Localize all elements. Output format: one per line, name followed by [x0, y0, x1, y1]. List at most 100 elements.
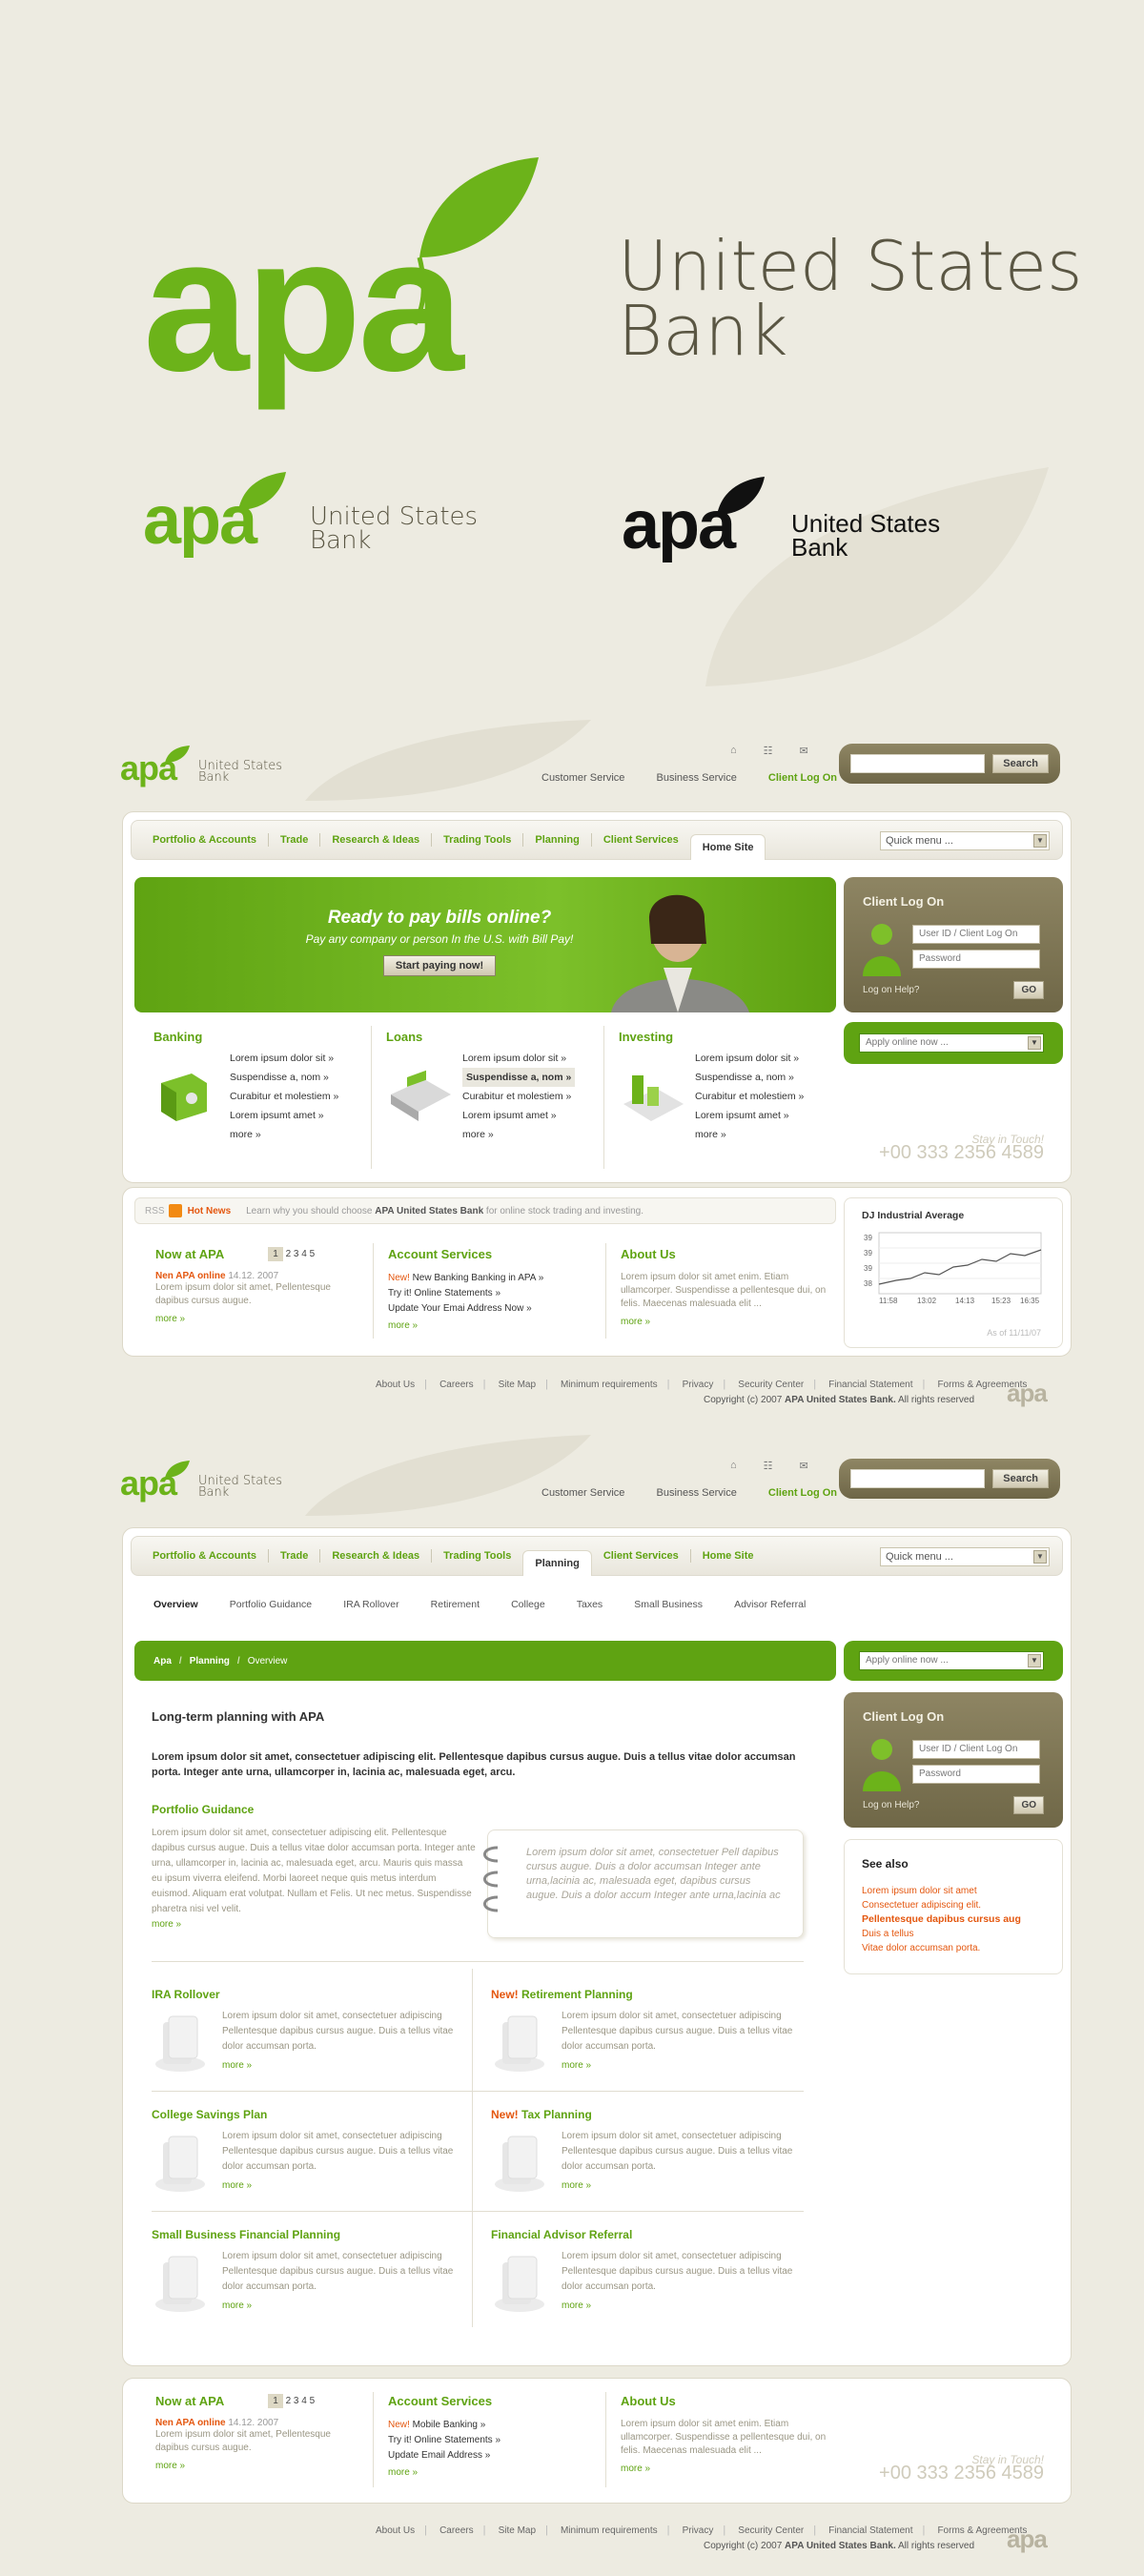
tab-portfolio-accounts[interactable]: Portfolio & Accounts [141, 833, 269, 847]
footer-link-security[interactable]: Security Center [738, 1380, 804, 1390]
password-input[interactable]: Password [912, 1765, 1040, 1784]
subnav-small-business[interactable]: Small Business [634, 1599, 703, 1610]
tab-home-site[interactable]: Home Site [691, 1549, 766, 1563]
list-item[interactable]: Lorem ipsumt amet » [695, 1106, 804, 1125]
tab-trade[interactable]: Trade [269, 1549, 321, 1563]
list-item[interactable]: Curabitur et molestiem » [695, 1087, 804, 1106]
password-input[interactable]: Password [912, 950, 1040, 969]
news-item-title[interactable]: Nen APA online [155, 2418, 226, 2428]
client-logon-link[interactable]: Client Log On [768, 772, 837, 784]
list-item[interactable]: Update Email Address » [388, 2448, 598, 2464]
more-link[interactable]: more » [222, 2180, 252, 2191]
see-also-link[interactable]: Consectetuer adipiscing elit. [862, 1898, 1045, 1912]
more-link[interactable]: more » [155, 2461, 356, 2471]
more-link[interactable]: more » [562, 2060, 591, 2071]
user-id-input[interactable]: User ID / Client Log On [912, 925, 1040, 944]
list-item[interactable]: Lorem ipsum dolor sit » [230, 1049, 338, 1068]
list-item[interactable]: Lorem ipsumt amet » [462, 1106, 575, 1125]
list-item[interactable]: Lorem ipsum dolor sit » [695, 1049, 804, 1068]
footer-link-careers[interactable]: Careers [439, 2525, 474, 2536]
list-item[interactable]: Curabitur et molestiem » [462, 1087, 575, 1106]
list-item[interactable]: Mobile Banking » [413, 2420, 486, 2430]
more-link[interactable]: more » [388, 2467, 598, 2478]
start-paying-button[interactable]: Start paying now! [382, 955, 497, 976]
list-item[interactable]: New Banking Banking in APA » [413, 1273, 544, 1283]
tab-research-ideas[interactable]: Research & Ideas [320, 1549, 433, 1563]
tab-research-ideas[interactable]: Research & Ideas [320, 833, 433, 847]
service-title[interactable]: Financial Advisor Referral [491, 2228, 632, 2241]
list-item[interactable]: Try it! Online Statements » [388, 2433, 598, 2448]
tab-portfolio-accounts[interactable]: Portfolio & Accounts [141, 1549, 269, 1563]
more-link[interactable]: more » [222, 2060, 252, 2071]
footer-link-financial[interactable]: Financial Statement [828, 1380, 912, 1390]
sitemap-icon[interactable]: ☷ [764, 745, 773, 757]
more-link[interactable]: more » [155, 1314, 356, 1324]
list-item[interactable]: Suspendisse a, nom » [462, 1068, 576, 1087]
go-button[interactable]: GO [1013, 1796, 1044, 1814]
tab-planning[interactable]: Planning [523, 833, 592, 847]
more-link[interactable]: more » [222, 2300, 252, 2311]
apply-online-select[interactable]: Apply online now ... ▼ [859, 1651, 1044, 1670]
footer-link-requirements[interactable]: Minimum requirements [561, 1380, 658, 1390]
subnav-ira-rollover[interactable]: IRA Rollover [343, 1599, 398, 1610]
list-item[interactable]: Lorem ipsumt amet » [230, 1106, 338, 1125]
search-input[interactable] [850, 1469, 986, 1488]
page-2[interactable]: 2 [286, 2396, 292, 2406]
page-5[interactable]: 5 [310, 1249, 316, 1259]
search-button[interactable]: Search [992, 754, 1049, 773]
list-item[interactable]: Curabitur et molestiem » [230, 1087, 338, 1106]
business-service-link[interactable]: Business Service [656, 1487, 736, 1499]
mail-icon[interactable]: ✉ [800, 1460, 808, 1472]
see-also-link[interactable]: Pellentesque dapibus cursus aug [862, 1912, 1045, 1927]
tab-trading-tools[interactable]: Trading Tools [432, 1549, 522, 1563]
more-link[interactable]: more » [462, 1125, 575, 1144]
news-item-title[interactable]: Nen APA online [155, 1271, 226, 1281]
list-item[interactable]: Try it! Online Statements » [388, 1286, 598, 1301]
tab-client-services[interactable]: Client Services [592, 833, 690, 847]
service-title[interactable]: College Savings Plan [152, 2108, 267, 2121]
see-also-link[interactable]: Duis a tellus [862, 1927, 1045, 1941]
home-icon[interactable]: ⌂ [730, 1460, 737, 1472]
breadcrumb-planning[interactable]: Planning [190, 1656, 230, 1666]
user-id-input[interactable]: User ID / Client Log On [912, 1740, 1040, 1759]
logon-help-link[interactable]: Log on Help? [863, 1800, 920, 1810]
footer-link-about[interactable]: About Us [376, 1380, 415, 1390]
more-link[interactable]: more » [152, 1919, 476, 1930]
footer-link-security[interactable]: Security Center [738, 2525, 804, 2536]
more-link[interactable]: more » [388, 1320, 598, 1331]
logon-help-link[interactable]: Log on Help? [863, 985, 920, 995]
customer-service-link[interactable]: Customer Service [541, 772, 624, 784]
footer-link-about[interactable]: About Us [376, 2525, 415, 2536]
subnav-portfolio-guidance[interactable]: Portfolio Guidance [230, 1599, 312, 1610]
tab-planning[interactable]: Planning [522, 1549, 592, 1576]
mail-icon[interactable]: ✉ [800, 745, 808, 757]
footer-link-financial[interactable]: Financial Statement [828, 2525, 912, 2536]
page-4[interactable]: 4 [301, 2396, 307, 2406]
apply-online-select[interactable]: Apply online now ... ▼ [859, 1033, 1044, 1053]
more-link[interactable]: more » [562, 2180, 591, 2191]
hot-news-bank[interactable]: APA United States Bank [375, 1206, 483, 1216]
more-link[interactable]: more » [695, 1125, 804, 1144]
page-1[interactable]: 1 [268, 2394, 283, 2408]
list-item[interactable]: Update Your Emai Address Now » [388, 1301, 598, 1317]
search-input[interactable] [850, 754, 986, 773]
see-also-link[interactable]: Vitae dolor accumsan porta. [862, 1941, 1045, 1955]
footer-link-sitemap[interactable]: Site Map [499, 2525, 536, 2536]
rss-icon[interactable] [168, 1204, 182, 1217]
page-4[interactable]: 4 [301, 1249, 307, 1259]
footer-link-privacy[interactable]: Privacy [683, 1380, 714, 1390]
footer-link-requirements[interactable]: Minimum requirements [561, 2525, 658, 2536]
quick-menu-select[interactable]: Quick menu ... ▼ [880, 1547, 1050, 1566]
breadcrumb-apa[interactable]: Apa [153, 1656, 172, 1666]
go-button[interactable]: GO [1013, 981, 1044, 999]
search-button[interactable]: Search [992, 1469, 1049, 1488]
home-icon[interactable]: ⌂ [730, 745, 737, 757]
tab-trade[interactable]: Trade [269, 833, 321, 847]
sitemap-icon[interactable]: ☷ [764, 1460, 773, 1472]
list-item[interactable]: Suspendisse a, nom » [695, 1068, 804, 1087]
list-item[interactable]: Lorem ipsum dolor sit » [462, 1049, 575, 1068]
more-link[interactable]: more » [230, 1125, 338, 1144]
more-link[interactable]: more » [621, 2464, 830, 2474]
tab-client-services[interactable]: Client Services [592, 1549, 691, 1563]
quick-menu-select[interactable]: Quick menu ... ▼ [880, 831, 1050, 850]
